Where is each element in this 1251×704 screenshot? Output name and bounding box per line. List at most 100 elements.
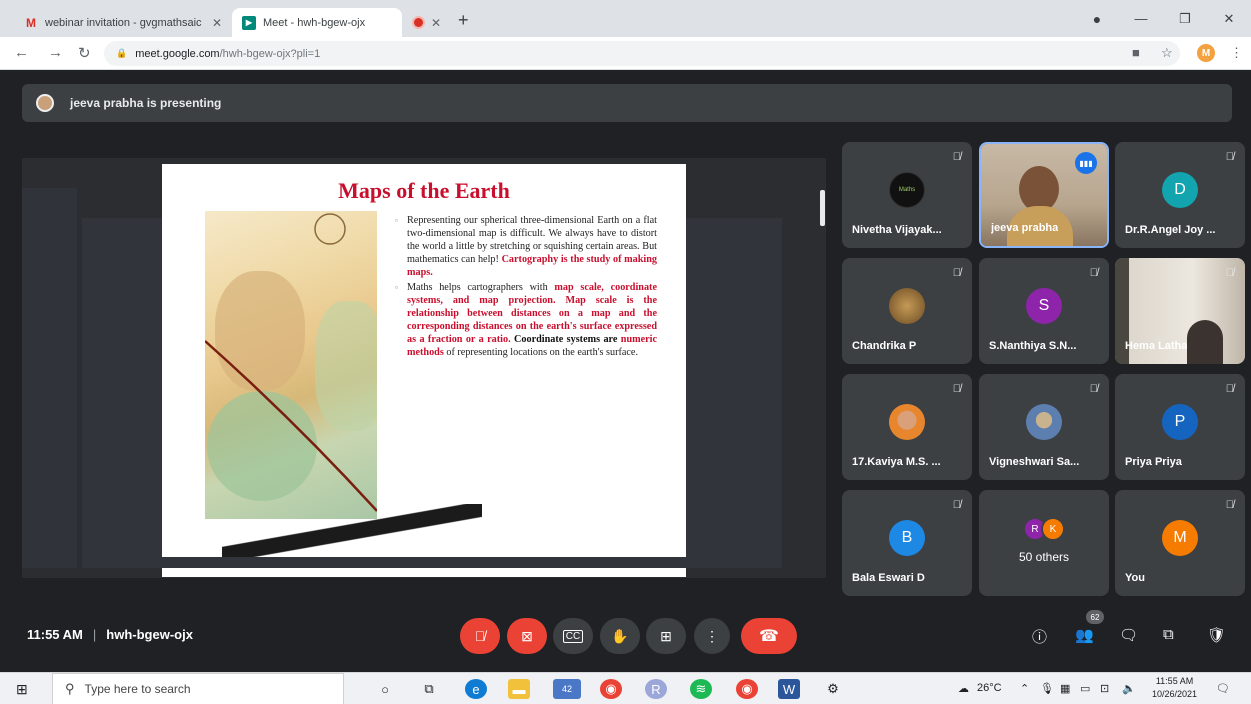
hand-icon: ✋ [611, 627, 629, 644]
spotify-icon[interactable]: ≋ [690, 679, 712, 699]
info-icon[interactable]: ⓘ [1032, 626, 1047, 647]
participant-tile[interactable]: 🎙̸ P Priya Priya [1115, 374, 1245, 480]
others-tile[interactable]: R K 50 others [979, 490, 1109, 596]
url-field[interactable]: 🔒 meet.google.com/hwh-bgew-ojx?pli=1 [104, 41, 1180, 66]
avatar[interactable]: M [1197, 44, 1215, 62]
close-window-button[interactable]: ✕ [1207, 11, 1251, 27]
shared-screen-sidebar [22, 188, 77, 568]
mic-off-icon: 🎙̸ [1225, 383, 1234, 395]
word-icon[interactable]: W [778, 679, 800, 699]
slide-title: Maps of the Earth [338, 178, 510, 203]
participant-tile-self[interactable]: 🎙̸ M You [1115, 490, 1245, 596]
slide-edge [162, 568, 686, 577]
address-bar: ← → ↻ 🔒 meet.google.com/hwh-bgew-ojx?pli… [0, 37, 1251, 70]
captions-button[interactable]: CC [553, 618, 593, 654]
camera-icon[interactable]: ■ [1132, 45, 1140, 60]
avatar: M [1162, 520, 1198, 556]
browser-tab-bar: M webinar invitation - gvgmathsaic ✕ ▶ M… [0, 0, 1251, 37]
more-options-button[interactable]: ⋮ [694, 618, 730, 654]
raise-hand-button[interactable]: ✋ [600, 618, 640, 654]
presenter-banner: jeeva prabha is presenting [22, 84, 1232, 122]
participant-tile[interactable]: 🎙̸ Vigneshwari Sa... [979, 374, 1109, 480]
forward-icon[interactable]: → [48, 44, 63, 61]
display-icon[interactable]: ⊡ [1100, 682, 1109, 695]
tab-gmail[interactable]: M webinar invitation - gvgmathsaic ✕ [14, 8, 232, 37]
avatar [889, 288, 925, 324]
participant-tile-active[interactable]: ▮▮▮ jeeva prabha [979, 142, 1109, 248]
windows-taskbar: ⊞ ⚲ Type here to search ○ ⧉ e ▬ 42 ◉ R ≋… [0, 672, 1251, 704]
task-view-icon[interactable]: ⧉ [418, 679, 440, 699]
slide-body: Representing our spherical three-dimensi… [395, 214, 657, 361]
captions-icon: CC [562, 629, 584, 643]
file-explorer-icon[interactable]: ▬ [508, 679, 530, 699]
new-tab-button[interactable]: + [458, 10, 469, 31]
tab-meet[interactable]: ▶ Meet - hwh-bgew-ojx [232, 8, 402, 37]
participant-tile[interactable]: 🎙̸ Maths Nivetha Vijayak... [842, 142, 972, 248]
volume-icon[interactable]: 🔈 [1122, 682, 1136, 695]
app-icon[interactable]: R [645, 679, 667, 699]
mic-off-icon: 🎙̸ [1225, 267, 1234, 279]
settings-gear-icon[interactable]: ⚙ [822, 679, 844, 699]
participant-tile[interactable]: 🎙̸ Hema Latha [1115, 258, 1245, 364]
camera-off-icon: ⊠ [521, 627, 533, 644]
minimize-button[interactable]: — [1119, 11, 1163, 26]
meeting-details: 11:55 AM | hwh-bgew-ojx [27, 627, 193, 642]
participant-tile[interactable]: 🎙̸ B Bala Eswari D [842, 490, 972, 596]
activities-icon[interactable]: ⧉ [1163, 626, 1174, 643]
people-icon[interactable]: 👥 [1075, 626, 1094, 644]
phone-hangup-icon: ☎ [759, 628, 779, 645]
avatar: D [1162, 172, 1198, 208]
participant-count-badge: 62 [1086, 610, 1104, 624]
profile-circle-icon[interactable]: ● [1075, 11, 1119, 27]
avatar [1026, 404, 1062, 440]
edge-icon[interactable]: e [465, 679, 487, 699]
mic-off-icon: 🎙̸ [952, 151, 961, 163]
tray-chevron-icon[interactable]: ⌃ [1020, 682, 1029, 695]
camera-toggle-button[interactable]: ⊠ [507, 618, 547, 654]
back-icon[interactable]: ← [14, 44, 29, 61]
leave-call-button[interactable]: ☎ [741, 618, 797, 654]
participant-tile[interactable]: 🎙̸ S S.Nanthiya S.N... [979, 258, 1109, 364]
presenter-avatar [36, 94, 54, 112]
windows-start-icon[interactable]: ⊞ [16, 681, 28, 698]
mic-off-icon: 🎙̸ [474, 628, 486, 644]
avatar [889, 404, 925, 440]
close-icon[interactable]: ✕ [431, 16, 441, 30]
battery-icon[interactable]: ▭ [1080, 682, 1090, 695]
mail-icon[interactable]: 42 [553, 679, 581, 699]
meeting-controls-bar: 11:55 AM | hwh-bgew-ojx 🎙̸ ⊠ CC ✋ ⊞ ⋮ ☎ ⓘ … [0, 600, 1251, 670]
cortana-icon[interactable]: ○ [374, 679, 396, 699]
restore-button[interactable]: ❐ [1163, 11, 1207, 27]
taskbar-clock[interactable]: 11:55 AM 10/26/2021 [1152, 675, 1197, 701]
host-controls-icon[interactable]: 🛡 [1207, 626, 1226, 644]
participant-tile[interactable]: 🎙̸ Chandrika P [842, 258, 972, 364]
taskbar-search-input[interactable]: ⚲ Type here to search [52, 673, 344, 704]
avatar: Maths [889, 172, 925, 208]
mic-toggle-button[interactable]: 🎙̸ [460, 618, 500, 654]
lock-icon: 🔒 [116, 48, 128, 58]
avatar: K [1041, 517, 1065, 541]
mic-off-icon: 🎙̸ [952, 499, 961, 511]
present-screen-icon: ⊞ [660, 627, 672, 644]
reload-icon[interactable]: ↻ [78, 44, 91, 62]
present-button[interactable]: ⊞ [646, 618, 686, 654]
chrome-icon[interactable]: ◉ [600, 679, 622, 699]
mic-tray-icon[interactable]: 🎙 [1040, 682, 1054, 695]
chrome-icon[interactable]: ◉ [736, 679, 758, 699]
mic-off-icon: 🎙̸ [952, 267, 961, 279]
network-icon[interactable]: ▦ [1060, 682, 1070, 695]
scrollbar[interactable] [820, 190, 825, 226]
participant-tile[interactable]: 🎙̸ 17.Kaviya M.S. ... [842, 374, 972, 480]
notifications-icon[interactable]: 🗨 [1216, 682, 1230, 695]
more-vert-icon: ⋮ [705, 627, 719, 644]
weather-icon[interactable]: ☁ [958, 682, 969, 695]
avatar: S [1026, 288, 1062, 324]
chat-icon[interactable]: 🗨 [1119, 626, 1138, 644]
tab-recording[interactable]: ✕ [404, 8, 454, 37]
bookmark-star-icon[interactable]: ☆ [1161, 45, 1173, 61]
mic-off-icon: 🎙̸ [1225, 499, 1234, 511]
meet-icon: ▶ [242, 15, 256, 30]
participant-tile[interactable]: 🎙̸ D Dr.R.Angel Joy ... [1115, 142, 1245, 248]
menu-dots-icon[interactable]: ⋮ [1230, 45, 1243, 61]
close-icon[interactable]: ✕ [212, 16, 222, 30]
